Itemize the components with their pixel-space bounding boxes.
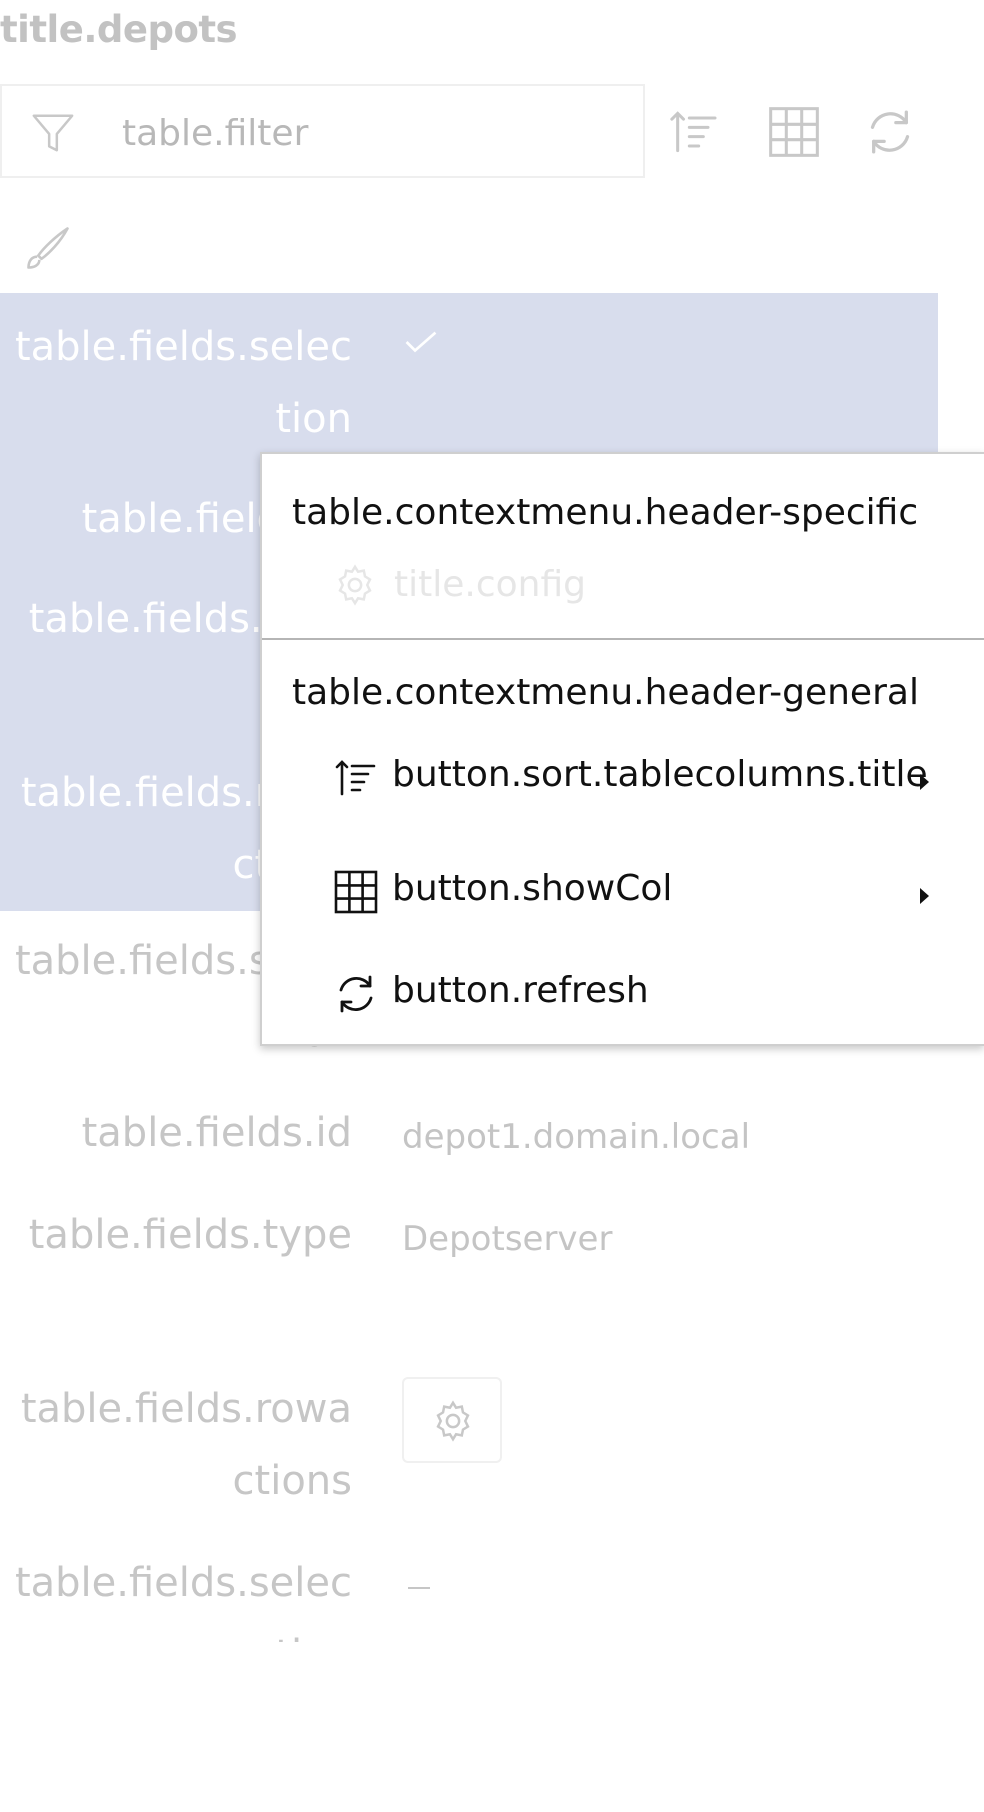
row-actions-button[interactable]	[402, 1377, 502, 1463]
refresh-icon[interactable]	[862, 104, 918, 160]
rowactions-field-label: table.fields.rowactions	[20, 1386, 352, 1504]
context-menu-header-general: table.contextmenu.header-general	[292, 672, 919, 713]
config-menu-item: title.config	[332, 562, 732, 612]
sort-columns-menu-item[interactable]: button.sort.tablecolumns.title	[262, 740, 984, 820]
list-clip	[0, 1642, 984, 1812]
grid-icon	[334, 870, 378, 914]
filter-box[interactable]	[0, 84, 645, 178]
brush-icon[interactable]	[22, 222, 74, 274]
submenu-arrow-icon	[920, 774, 929, 790]
grid-icon[interactable]	[766, 104, 822, 160]
sort-columns-label: button.sort.tablecolumns.title	[392, 754, 928, 795]
submenu-arrow-icon	[920, 888, 929, 904]
context-menu-header-specific: table.contextmenu.header-specific	[292, 492, 919, 533]
sort-icon[interactable]	[666, 104, 722, 160]
check-icon[interactable]	[404, 329, 438, 355]
show-columns-label: button.showCol	[392, 868, 673, 909]
id-value: depot1.domain.local	[402, 1117, 751, 1157]
filter-input[interactable]	[122, 106, 622, 160]
unchecked-indicator[interactable]	[408, 1587, 430, 1589]
refresh-label: button.refresh	[392, 970, 649, 1011]
id-field-label: table.fields.id	[81, 1110, 352, 1156]
config-label: title.config	[394, 564, 586, 605]
context-menu-divider	[262, 638, 984, 640]
refresh-menu-item[interactable]: button.refresh	[262, 956, 984, 1036]
filter-icon	[32, 114, 74, 152]
context-menu: table.contextmenu.header-specific title.…	[260, 452, 984, 1046]
type-value: Depotserver	[402, 1219, 613, 1259]
sort-icon	[335, 760, 376, 796]
show-columns-menu-item[interactable]: button.showCol	[262, 854, 984, 934]
type-field-label: table.fields.type	[28, 1212, 352, 1258]
gear-icon	[436, 1400, 470, 1442]
selection-field-label: table.fields.selection	[14, 324, 352, 442]
gear-icon	[338, 564, 372, 606]
page-title: title.depots	[0, 8, 238, 51]
refresh-icon	[339, 975, 373, 1013]
